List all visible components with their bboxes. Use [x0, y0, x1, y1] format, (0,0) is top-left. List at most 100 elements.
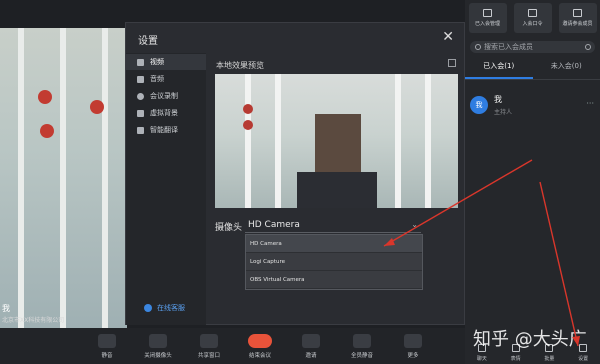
- sidebar-item-label: 音频: [150, 75, 164, 83]
- member-role: 主持人: [494, 109, 513, 116]
- lantern-decoration: [90, 100, 104, 114]
- preview-label: 本地效果预览: [216, 61, 264, 70]
- more-button[interactable]: 更多: [388, 333, 438, 359]
- sidebar-item-label: 视频: [150, 58, 164, 66]
- invite-icon: [302, 333, 320, 348]
- member-search-input[interactable]: 搜索已入会成员: [470, 41, 595, 53]
- avatar: 我: [470, 96, 488, 114]
- close-icon[interactable]: ✕: [442, 29, 454, 45]
- lantern-decoration: [243, 104, 253, 114]
- add-user-icon: [573, 9, 582, 17]
- camera-preview: [215, 74, 458, 208]
- button-label: 更多: [407, 352, 419, 359]
- button-label: 入会口令: [522, 21, 543, 27]
- settings-dialog: 设置 ✕ 视频 音频 会议录制 虚拟背景 智能翻译 在线客服 本地效果预览 摄像…: [125, 22, 465, 325]
- camera-toggle-button[interactable]: 关闭摄像头: [133, 333, 183, 359]
- sidebar-item-background[interactable]: 虚拟背景: [126, 105, 206, 121]
- dialog-title: 设置: [138, 36, 158, 47]
- sidebar-item-record[interactable]: 会议录制: [126, 88, 206, 104]
- mute-all-button[interactable]: 全员静音: [337, 333, 387, 359]
- members-panel: 已入会管理 入会口令 邀请参会成员 搜索已入会成员 已入会(1) 未入会(0) …: [465, 0, 600, 364]
- background-icon: [137, 109, 144, 117]
- mic-icon: [98, 333, 116, 348]
- tab-joined[interactable]: 已入会(1): [465, 61, 533, 79]
- audio-icon: [137, 75, 144, 83]
- end-meeting-button[interactable]: 结束会议: [235, 333, 285, 359]
- share-window-button[interactable]: 共享窗口: [184, 333, 234, 359]
- sidebar-item-audio[interactable]: 音频: [126, 71, 206, 87]
- camera-dropdown: HD Camera Logi Capture OBS Virtual Camer…: [245, 234, 423, 290]
- button-label: 设置: [578, 356, 589, 362]
- window-bar: [395, 74, 401, 208]
- window-bar: [425, 74, 431, 208]
- sidebar-item-video[interactable]: 视频: [126, 54, 206, 70]
- button-label: 静音: [101, 352, 113, 359]
- online-service-link[interactable]: 在线客服: [144, 303, 185, 313]
- participant-name: 我: [2, 304, 10, 313]
- button-label: 已入会管理: [474, 21, 500, 27]
- button-label: 共享窗口: [197, 352, 220, 359]
- button-label: 结束会议: [248, 352, 271, 359]
- window-bar: [60, 28, 66, 328]
- member-name: 我: [494, 95, 502, 104]
- window-bar: [245, 74, 251, 208]
- manage-icon: [483, 9, 492, 17]
- window-bar: [102, 28, 108, 328]
- user-face: [315, 114, 361, 174]
- button-label: 邀请参会成员: [562, 21, 593, 27]
- camera-option[interactable]: Logi Capture: [246, 253, 422, 271]
- member-info: 我 主持人: [494, 94, 512, 116]
- invite-button[interactable]: 邀请: [286, 333, 336, 359]
- lantern-decoration: [38, 90, 52, 104]
- record-icon: [137, 92, 144, 100]
- manage-members-button[interactable]: 已入会管理: [468, 3, 507, 33]
- video-icon: [137, 58, 144, 66]
- lantern-decoration: [40, 124, 54, 138]
- meeting-password-button[interactable]: 入会口令: [513, 3, 552, 33]
- button-label: 批量: [544, 356, 555, 362]
- window-bar: [275, 74, 281, 208]
- camera-selected-value: HD Camera: [248, 220, 300, 230]
- meeting-window: 我 北京市XX科技有限公司 设置 ✕ 视频 音频 会议录制 虚拟背景 智能翻译 …: [0, 0, 600, 364]
- search-icon: [475, 44, 481, 50]
- gear-icon[interactable]: [585, 44, 591, 50]
- button-label: 聊天: [476, 356, 487, 362]
- sidebar-item-label: 会议录制: [150, 92, 178, 100]
- user-body: [297, 172, 377, 208]
- mute-button[interactable]: 静音: [82, 333, 132, 359]
- camera-option[interactable]: HD Camera: [246, 235, 422, 253]
- lantern-decoration: [243, 120, 253, 130]
- window-bar: [18, 28, 24, 328]
- button-label: 邀请: [305, 352, 317, 359]
- tab-not-joined[interactable]: 未入会(0): [533, 61, 600, 79]
- member-actions: 已入会管理 入会口令 邀请参会成员: [465, 0, 600, 33]
- more-icon: [404, 333, 422, 348]
- main-video-tile: 我 北京市XX科技有限公司: [0, 28, 127, 328]
- watermark: 知乎 @大头广: [473, 329, 587, 350]
- member-tabs: 已入会(1) 未入会(0): [465, 61, 600, 80]
- more-icon[interactable]: ···: [586, 99, 594, 108]
- meeting-toolbar: 静音 关闭摄像头 共享窗口 结束会议 邀请 全员静音 更多: [0, 328, 465, 364]
- translate-icon: [137, 126, 144, 134]
- mirror-icon[interactable]: [448, 59, 456, 67]
- invite-members-button[interactable]: 邀请参会成员: [558, 3, 597, 33]
- sidebar-item-label: 虚拟背景: [150, 109, 178, 117]
- button-label: 全员静音: [350, 352, 373, 359]
- sidebar-item-translate[interactable]: 智能翻译: [126, 122, 206, 138]
- hangup-icon: [248, 333, 272, 348]
- camera-icon: [149, 333, 167, 348]
- search-placeholder: 搜索已入会成员: [484, 43, 533, 51]
- share-icon: [200, 333, 218, 348]
- service-icon: [144, 304, 152, 312]
- mute-all-icon: [353, 333, 371, 348]
- member-row[interactable]: 我 我 主持人 ···: [465, 80, 600, 116]
- camera-option[interactable]: OBS Virtual Camera: [246, 271, 422, 289]
- camera-label: 摄像头: [215, 223, 243, 233]
- settings-sidebar: 视频 音频 会议录制 虚拟背景 智能翻译 在线客服: [126, 53, 206, 325]
- button-label: 表情: [510, 356, 521, 362]
- camera-select[interactable]: HD Camera ⌄: [245, 217, 421, 233]
- share-link-icon: [528, 9, 537, 17]
- online-service-label: 在线客服: [157, 304, 185, 312]
- button-label: 关闭摄像头: [144, 352, 172, 359]
- sidebar-item-label: 智能翻译: [150, 126, 178, 134]
